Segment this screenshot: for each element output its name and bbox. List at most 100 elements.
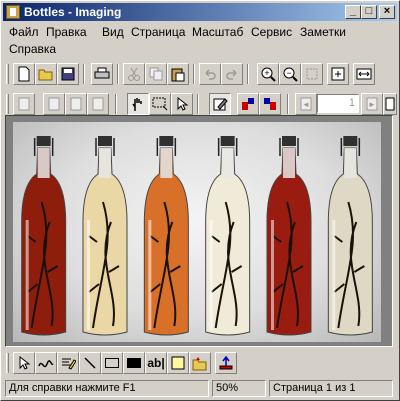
maximize-button[interactable]: □ bbox=[361, 5, 377, 19]
paste-button[interactable] bbox=[167, 63, 189, 85]
menu-edit[interactable]: Правка bbox=[46, 25, 87, 39]
copy-button[interactable] bbox=[145, 63, 167, 85]
status-zoom-level: 50% bbox=[212, 380, 266, 397]
minimize-button[interactable]: _ bbox=[345, 5, 361, 19]
toolbar-separator bbox=[115, 94, 117, 114]
select-annotations-button[interactable] bbox=[171, 93, 193, 115]
toolbar-grip[interactable] bbox=[6, 353, 9, 373]
zoom-in-button[interactable]: + bbox=[257, 63, 279, 85]
annotation-toolbar: ab| bbox=[3, 350, 397, 376]
new-document-icon bbox=[18, 66, 30, 82]
bottle bbox=[266, 136, 312, 336]
select-image-button[interactable] bbox=[149, 93, 171, 115]
fit-width-icon bbox=[356, 68, 372, 80]
insert-page-button[interactable] bbox=[43, 93, 65, 115]
rotate-right-button[interactable] bbox=[259, 93, 281, 115]
text-tool-button[interactable]: ab| bbox=[145, 352, 167, 374]
zoom-out-button[interactable]: − bbox=[279, 63, 301, 85]
thumbnail-view-button[interactable] bbox=[383, 93, 397, 115]
fit-to-width-button[interactable] bbox=[353, 63, 375, 85]
rescan-page-button[interactable] bbox=[87, 93, 109, 115]
menu-file[interactable]: Файл bbox=[9, 25, 39, 39]
line-icon bbox=[84, 357, 96, 369]
imaging-toolbar: ◄ 1 ► bbox=[3, 91, 397, 117]
next-page-button[interactable]: ► bbox=[361, 93, 383, 115]
zoom-to-selection-button[interactable] bbox=[301, 63, 323, 85]
floppy-disk-icon bbox=[61, 67, 75, 81]
freehand-icon bbox=[38, 360, 54, 368]
previous-page-icon: ◄ bbox=[300, 97, 312, 111]
toolbar-separator bbox=[193, 64, 195, 84]
redo-icon bbox=[226, 69, 237, 80]
drag-tool-button[interactable] bbox=[127, 93, 149, 115]
status-page-info: Страница 1 из 1 bbox=[269, 380, 393, 397]
undo-button[interactable] bbox=[199, 63, 221, 85]
new-document-button[interactable] bbox=[13, 63, 35, 85]
freehand-line-button[interactable] bbox=[35, 352, 57, 374]
svg-text:►: ► bbox=[368, 100, 376, 109]
best-fit-button[interactable] bbox=[327, 63, 349, 85]
menu-annotations[interactable]: Заметки bbox=[300, 25, 346, 39]
status-help-text: Для справки нажмите F1 bbox=[5, 380, 209, 397]
undo-icon bbox=[205, 69, 216, 80]
bottle bbox=[82, 136, 128, 336]
annotation-toolbar-toggle[interactable] bbox=[209, 93, 231, 115]
standard-toolbar: + − bbox=[3, 61, 397, 87]
menu-help[interactable]: Справка bbox=[9, 42, 56, 56]
rescan-page-icon bbox=[92, 97, 104, 111]
highlighter-icon bbox=[62, 358, 76, 370]
toolbar-separator bbox=[83, 64, 85, 84]
straight-line-button[interactable] bbox=[79, 352, 101, 374]
open-button[interactable] bbox=[35, 63, 57, 85]
menu-zoom[interactable]: Масштаб bbox=[192, 25, 243, 39]
annotation-pen-icon bbox=[213, 98, 228, 111]
toolbar-separator bbox=[287, 94, 289, 114]
cut-button[interactable] bbox=[123, 63, 145, 85]
hollow-rectangle-button[interactable] bbox=[101, 352, 123, 374]
title-bar[interactable]: Bottles - Imaging _ □ × bbox=[3, 3, 397, 21]
attach-note-button[interactable] bbox=[167, 352, 189, 374]
toolbar-grip[interactable] bbox=[6, 94, 9, 114]
highlighter-button[interactable] bbox=[57, 352, 79, 374]
bottle bbox=[143, 136, 189, 336]
sticky-note-icon bbox=[171, 356, 185, 370]
next-page-icon: ► bbox=[366, 97, 378, 111]
bottle bbox=[205, 136, 251, 336]
thumbnail-icon bbox=[385, 97, 395, 111]
menu-tools[interactable]: Сервис bbox=[251, 25, 292, 39]
filled-rectangle-button[interactable] bbox=[123, 352, 145, 374]
toolbar-grip[interactable] bbox=[6, 64, 9, 84]
menu-bar: Файл Правка Вид Страница Масштаб Сервис … bbox=[3, 22, 397, 60]
text-from-file-button[interactable] bbox=[189, 352, 211, 374]
filled-rectangle-icon bbox=[127, 358, 141, 368]
select-rectangle-icon bbox=[152, 97, 168, 111]
imaging-app-icon[interactable] bbox=[6, 5, 20, 19]
scan-document-icon bbox=[18, 97, 30, 111]
menu-view[interactable]: Вид bbox=[102, 25, 124, 39]
menu-page[interactable]: Страница bbox=[131, 25, 185, 39]
bottles-image bbox=[21, 136, 373, 336]
append-page-icon bbox=[70, 97, 82, 111]
annotation-select-button[interactable] bbox=[13, 352, 35, 374]
insert-page-icon bbox=[48, 97, 60, 111]
append-page-button[interactable] bbox=[65, 93, 87, 115]
save-button[interactable] bbox=[57, 63, 79, 85]
clipboard-icon bbox=[171, 68, 185, 81]
rotate-left-icon bbox=[242, 98, 254, 110]
toolbar-separator bbox=[247, 64, 249, 84]
hollow-rectangle-icon bbox=[105, 358, 119, 368]
status-bar: Для справки нажмите F1 50% Страница 1 из… bbox=[3, 378, 397, 398]
image-viewport[interactable] bbox=[5, 115, 393, 347]
scan-new-button[interactable] bbox=[13, 93, 35, 115]
toolbar-separator bbox=[197, 94, 199, 114]
app-window: Bottles - Imaging _ □ × Файл Правка Вид … bbox=[0, 0, 400, 401]
redo-button[interactable] bbox=[221, 63, 243, 85]
print-button[interactable] bbox=[91, 63, 113, 85]
zoom-in-icon: + bbox=[261, 67, 276, 82]
zoom-out-icon: − bbox=[283, 67, 298, 82]
page-number-input[interactable]: 1 bbox=[317, 94, 359, 113]
previous-page-button[interactable]: ◄ bbox=[295, 93, 317, 115]
rubber-stamp-button[interactable] bbox=[215, 352, 237, 374]
rotate-left-button[interactable] bbox=[237, 93, 259, 115]
close-button[interactable]: × bbox=[379, 5, 395, 19]
